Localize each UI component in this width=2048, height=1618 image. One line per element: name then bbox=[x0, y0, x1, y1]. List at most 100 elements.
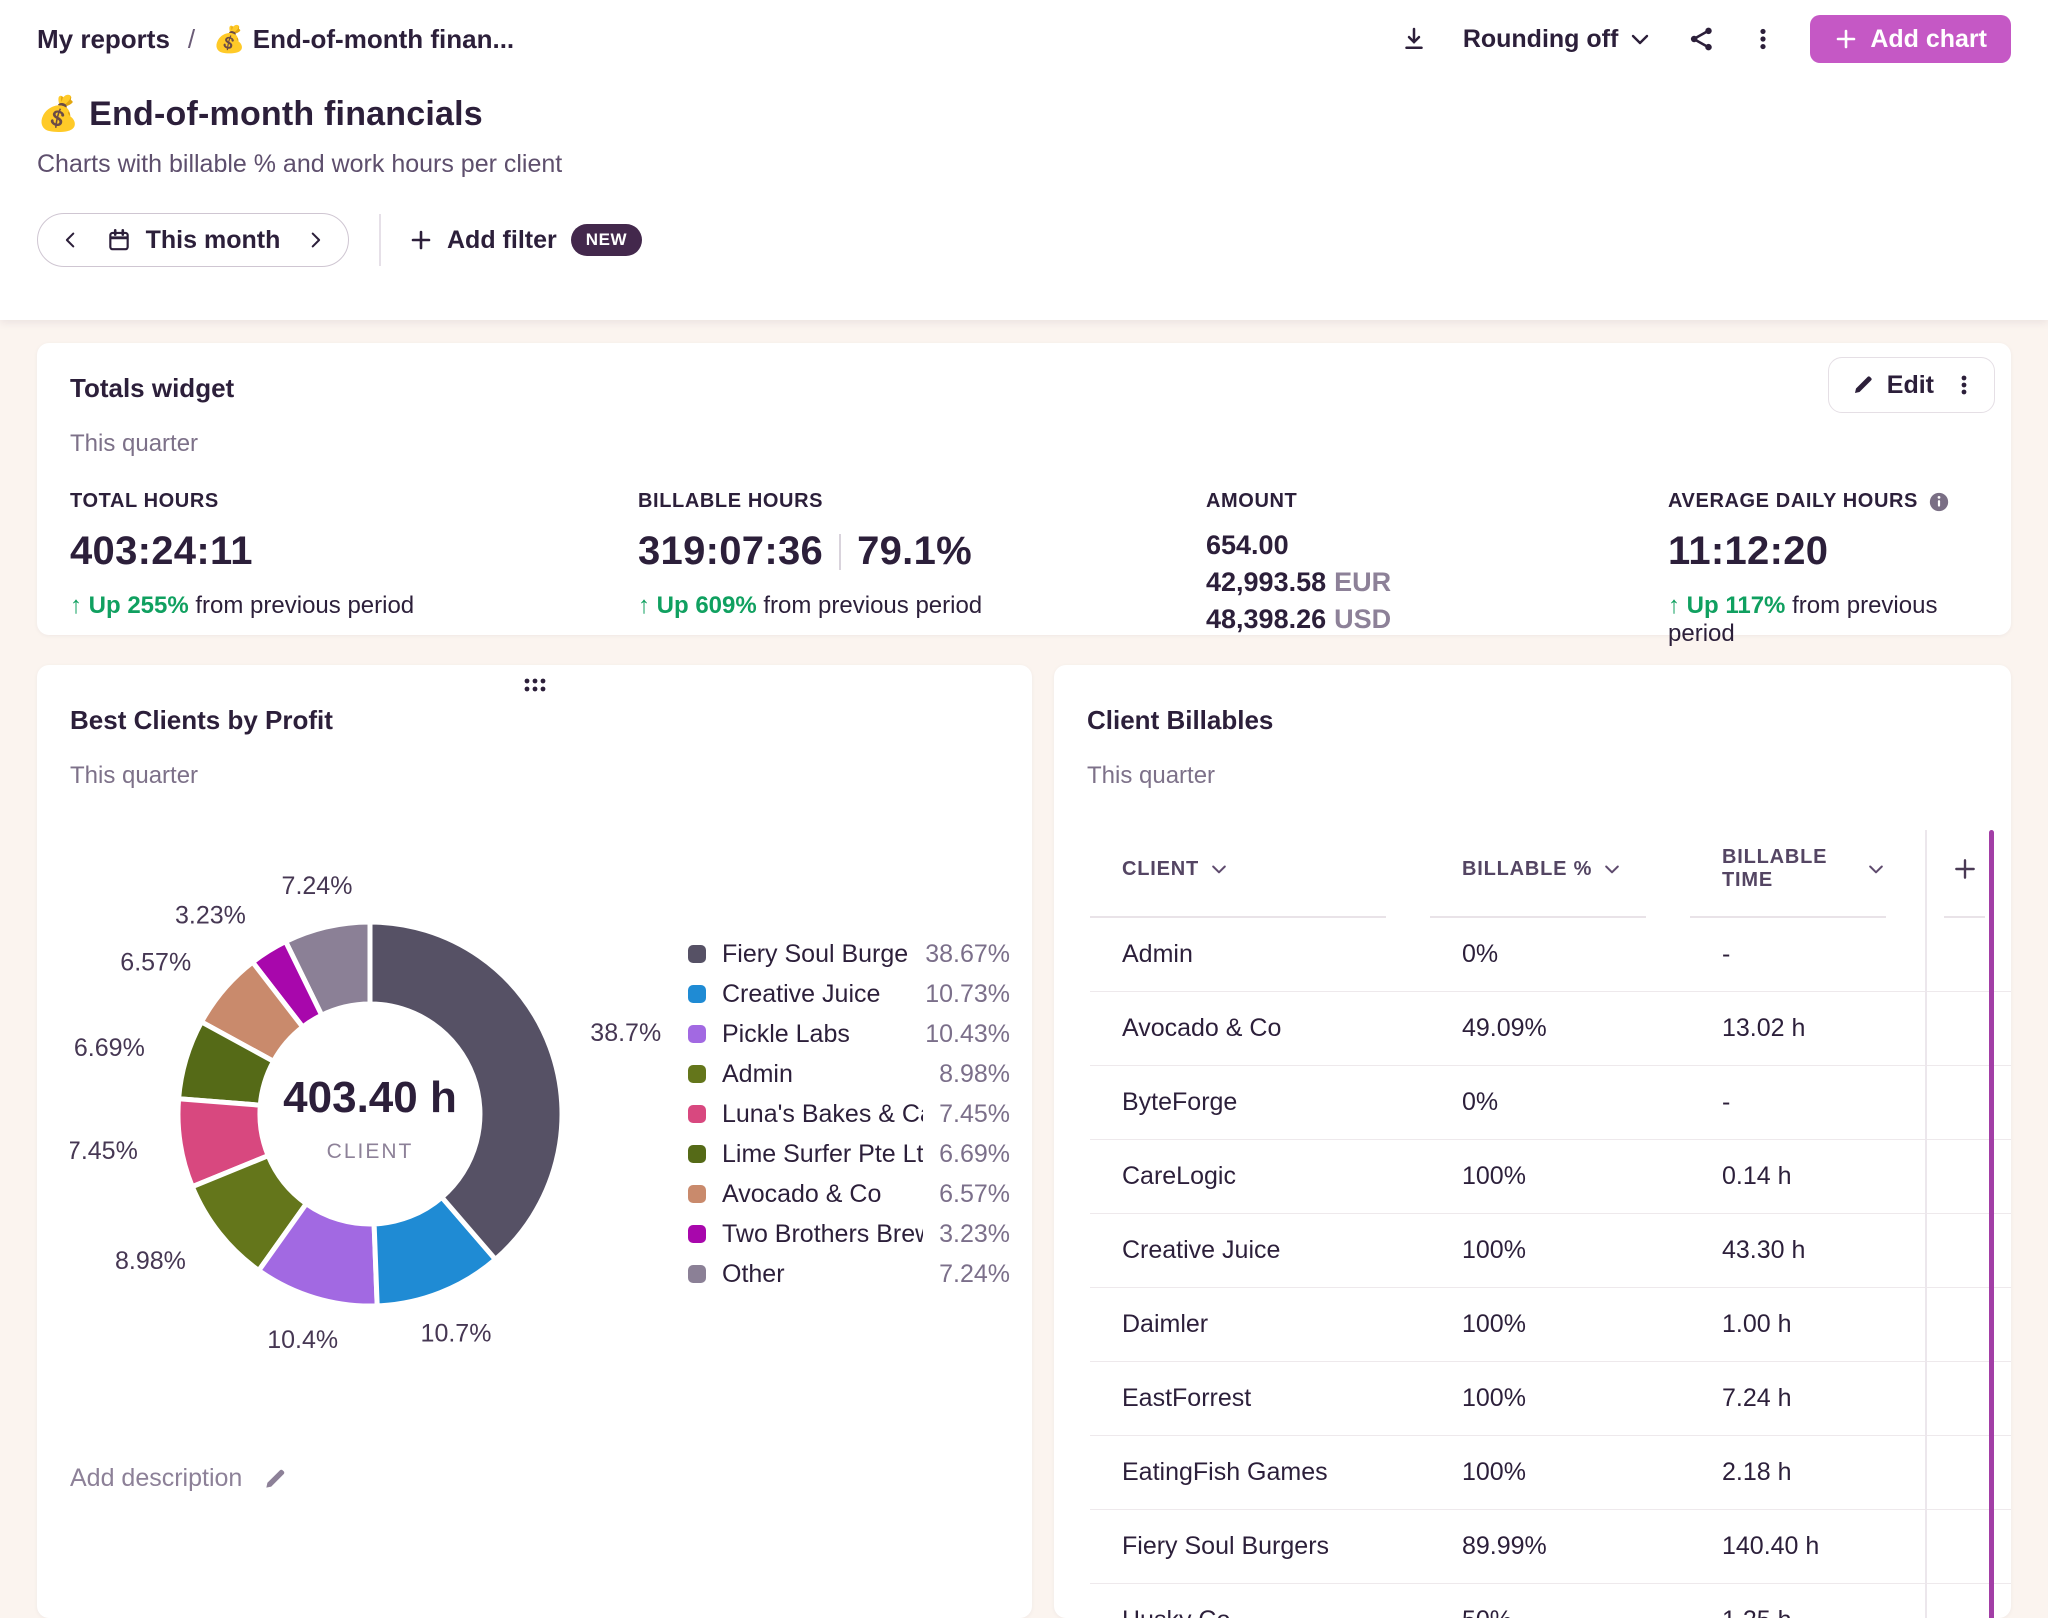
metric-value: 403:24:11 bbox=[70, 529, 638, 574]
totals-more-options-button[interactable] bbox=[1952, 371, 1976, 399]
add-description-button[interactable]: Add description bbox=[70, 1464, 288, 1493]
best-clients-widget: Best Clients by Profit This quarter 403.… bbox=[37, 665, 1032, 1618]
column-header-billable-percent[interactable]: BILLABLE % bbox=[1430, 830, 1646, 918]
chevron-left-icon[interactable] bbox=[60, 229, 82, 251]
table-row[interactable]: Daimler100%1.00 h bbox=[1090, 1288, 2011, 1362]
add-filter-button[interactable]: Add filter NEW bbox=[409, 224, 642, 256]
billable-percent-cell: 100% bbox=[1430, 1458, 1690, 1487]
date-range-label-group: This month bbox=[106, 226, 281, 255]
table-row[interactable]: Admin0%- bbox=[1090, 918, 2011, 992]
donut-center-value: 403.40 h bbox=[283, 1073, 457, 1122]
legend-percent: 10.43% bbox=[925, 1020, 1010, 1049]
totals-widget-title: Totals widget bbox=[70, 373, 1978, 404]
legend-item[interactable]: Creative Juice10.73% bbox=[688, 980, 1010, 1009]
breadcrumb-separator: / bbox=[188, 24, 195, 55]
billable-time-cell: 13.02 h bbox=[1690, 1014, 1930, 1043]
donut-percent-label: 38.7% bbox=[590, 1019, 661, 1047]
donut-legend: Fiery Soul Burgers38.67% Creative Juice10… bbox=[688, 940, 1010, 1289]
column-label: BILLABLE % bbox=[1462, 858, 1592, 881]
more-options-button[interactable] bbox=[1750, 24, 1776, 54]
billable-time-cell: - bbox=[1690, 940, 1930, 969]
drag-handle-icon[interactable] bbox=[521, 675, 549, 695]
download-icon bbox=[1399, 24, 1429, 54]
share-button[interactable] bbox=[1686, 24, 1716, 54]
legend-item[interactable]: Two Brothers Brew...3.23% bbox=[688, 1220, 1010, 1249]
chevron-down-icon bbox=[1602, 859, 1622, 879]
column-header-client[interactable]: CLIENT bbox=[1090, 830, 1386, 918]
legend-item[interactable]: Fiery Soul Burgers38.67% bbox=[688, 940, 1010, 969]
chevron-right-icon[interactable] bbox=[304, 229, 326, 251]
add-column-button[interactable] bbox=[1944, 830, 1985, 918]
legend-marker bbox=[688, 1265, 706, 1283]
breadcrumb-my-reports[interactable]: My reports bbox=[37, 24, 170, 55]
breadcrumb-current-report[interactable]: 💰 End-of-month finan... bbox=[213, 24, 514, 55]
topbar: My reports / 💰 End-of-month finan... Rou… bbox=[37, 14, 2011, 64]
rounding-dropdown[interactable]: Rounding off bbox=[1463, 25, 1653, 54]
billable-time-cell: 7.24 h bbox=[1690, 1384, 1930, 1413]
download-button[interactable] bbox=[1399, 24, 1429, 54]
amount-line: 48,398.26USD bbox=[1206, 601, 1668, 638]
table-row[interactable]: Creative Juice100%43.30 h bbox=[1090, 1214, 2011, 1288]
amount-line: 654.00 bbox=[1206, 527, 1668, 564]
filter-row: This month Add filter NEW bbox=[37, 213, 2011, 267]
legend-name: Other bbox=[722, 1260, 923, 1289]
legend-item[interactable]: Avocado & Co6.57% bbox=[688, 1180, 1010, 1209]
widgets-row: Best Clients by Profit This quarter 403.… bbox=[37, 665, 2011, 1618]
value-divider bbox=[839, 534, 841, 570]
table-header: CLIENT BILLABLE % BILLABLE TIME bbox=[1090, 830, 2011, 918]
calendar-icon bbox=[106, 227, 132, 253]
billable-percent-cell: 50% bbox=[1430, 1606, 1690, 1618]
legend-item[interactable]: Luna's Bakes & Ca...7.45% bbox=[688, 1100, 1010, 1129]
billable-percent-cell: 0% bbox=[1430, 940, 1690, 969]
date-range-picker[interactable]: This month bbox=[37, 213, 349, 267]
billable-percent-cell: 100% bbox=[1430, 1310, 1690, 1339]
legend-item[interactable]: Pickle Labs10.43% bbox=[688, 1020, 1010, 1049]
billable-percent-cell: 89.99% bbox=[1430, 1532, 1690, 1561]
client-billables-title: Client Billables bbox=[1087, 705, 2011, 736]
table-scrollbar[interactable] bbox=[1989, 830, 1994, 1618]
add-filter-label: Add filter bbox=[447, 226, 557, 255]
table-row[interactable]: EastForrest100%7.24 h bbox=[1090, 1362, 2011, 1436]
chevron-down-icon bbox=[1866, 859, 1886, 879]
chevron-down-icon bbox=[1628, 27, 1652, 51]
donut-percent-label: 10.7% bbox=[421, 1320, 492, 1348]
legend-item[interactable]: Admin8.98% bbox=[688, 1060, 1010, 1089]
rounding-label: Rounding off bbox=[1463, 25, 1619, 54]
table-row[interactable]: ByteForge0%- bbox=[1090, 1066, 2011, 1140]
legend-marker bbox=[688, 985, 706, 1003]
donut-percent-label: 7.24% bbox=[282, 872, 353, 900]
metric-label: BILLABLE HOURS bbox=[638, 490, 1206, 513]
table-row[interactable]: Husky Co.50%1.25 h bbox=[1090, 1584, 2011, 1618]
metric-value: 11:12:20 bbox=[1668, 529, 1978, 574]
info-icon[interactable] bbox=[1928, 491, 1950, 513]
table-row[interactable]: Avocado & Co49.09%13.02 h bbox=[1090, 992, 2011, 1066]
legend-name: Two Brothers Brew... bbox=[722, 1220, 923, 1249]
legend-name: Lime Surfer Pte Ltd bbox=[722, 1140, 923, 1169]
legend-percent: 10.73% bbox=[925, 980, 1010, 1009]
plus-icon bbox=[1952, 856, 1978, 882]
add-chart-button[interactable]: Add chart bbox=[1810, 15, 2011, 63]
metric-average-daily-hours: AVERAGE DAILY HOURS 11:12:20 ↑ Up 117% f… bbox=[1668, 490, 1978, 648]
table-row[interactable]: CareLogic100%0.14 h bbox=[1090, 1140, 2011, 1214]
kebab-icon bbox=[1750, 24, 1776, 54]
legend-marker bbox=[688, 1025, 706, 1043]
metric-label-text: AVERAGE DAILY HOURS bbox=[1668, 490, 1918, 513]
donut-percent-label: 10.4% bbox=[267, 1326, 338, 1354]
metric-delta: ↑ Up 255% from previous period bbox=[70, 592, 638, 620]
kebab-icon bbox=[1952, 371, 1976, 399]
edit-button[interactable]: Edit bbox=[1851, 371, 1934, 400]
client-cell: EastForrest bbox=[1090, 1384, 1430, 1413]
legend-item[interactable]: Lime Surfer Pte Ltd6.69% bbox=[688, 1140, 1010, 1169]
client-cell: Fiery Soul Burgers bbox=[1090, 1532, 1430, 1561]
report-canvas: Totals widget This quarter Edit TOTAL HO… bbox=[0, 320, 2048, 1618]
column-header-billable-time[interactable]: BILLABLE TIME bbox=[1690, 830, 1886, 918]
billable-time-cell: 0.14 h bbox=[1690, 1162, 1930, 1191]
table-row[interactable]: EatingFish Games100%2.18 h bbox=[1090, 1436, 2011, 1510]
legend-percent: 7.45% bbox=[939, 1100, 1010, 1129]
column-label: CLIENT bbox=[1122, 858, 1199, 881]
column-label: BILLABLE TIME bbox=[1722, 846, 1856, 892]
legend-marker bbox=[688, 1185, 706, 1203]
client-cell: Daimler bbox=[1090, 1310, 1430, 1339]
legend-item[interactable]: Other7.24% bbox=[688, 1260, 1010, 1289]
table-row[interactable]: Fiery Soul Burgers89.99%140.40 h bbox=[1090, 1510, 2011, 1584]
